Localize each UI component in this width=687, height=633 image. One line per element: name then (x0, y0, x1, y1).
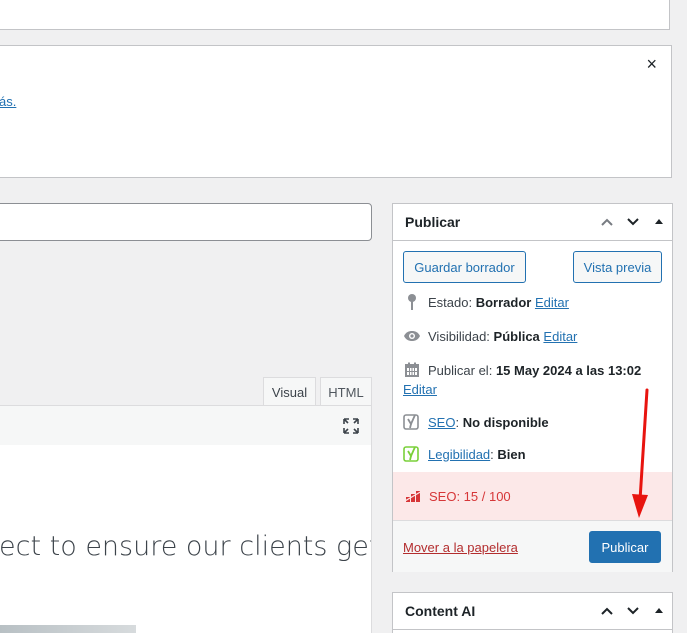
seo-link[interactable]: SEO (428, 415, 455, 430)
seo-score-text: SEO: 15 / 100 (429, 488, 511, 504)
rank-math-icon (405, 490, 423, 502)
pin-icon (403, 293, 421, 311)
publish-on-value: 15 May 2024 a las 13:02 (495, 362, 642, 378)
status-label: Estado: (428, 294, 473, 310)
publish-footer: Mover a la papelera Publicar (393, 520, 672, 572)
edit-status-link[interactable]: Editar (535, 295, 569, 310)
preview-button[interactable]: Vista previa (573, 251, 662, 283)
chevron-up-icon[interactable] (594, 204, 620, 240)
seo-value: No disponible (462, 414, 549, 430)
status-value: Borrador (475, 294, 532, 310)
tab-visual[interactable]: Visual (263, 377, 316, 406)
publish-on-label: Publicar el: (428, 362, 493, 378)
legibility-value: Bien (497, 446, 526, 462)
content-ai-title: Content AI (405, 603, 476, 619)
visibility-label: Visibilidad: (428, 328, 490, 344)
publish-date-row: Publicar el: 15 May 2024 a las 13:02 (403, 361, 641, 379)
visibility-value: Pública (493, 328, 540, 344)
post-title-input[interactable] (0, 203, 372, 241)
editor-content[interactable]: ect to ensure our clients get (0, 445, 372, 633)
editor-text: ect to ensure our clients get (0, 531, 372, 562)
yoast-icon (403, 413, 421, 431)
content-ai-box: Content AI (392, 592, 673, 633)
seo-score-row[interactable]: SEO: 15 / 100 (393, 472, 672, 520)
fullscreen-icon[interactable] (343, 418, 359, 434)
collapse-toggle-icon[interactable] (646, 593, 672, 629)
chevron-down-icon[interactable] (620, 204, 646, 240)
editor-image (0, 625, 136, 633)
chevron-up-icon[interactable] (594, 593, 620, 629)
content-ai-header: Content AI (393, 593, 672, 630)
seo-row: SEO: No disponible (403, 413, 549, 431)
status-row: Estado: Borrador Editar (403, 293, 569, 311)
yoast-icon (403, 445, 421, 463)
save-draft-button[interactable]: Guardar borrador (403, 251, 526, 283)
publish-button[interactable]: Publicar (589, 531, 661, 563)
dismiss-icon[interactable]: × (646, 54, 657, 74)
visibility-row: Visibilidad: Pública Editar (403, 327, 577, 345)
publish-box-header: Publicar (393, 204, 672, 241)
publish-box: Publicar Guardar borrador Vista previa E… (392, 203, 673, 572)
edit-visibility-link[interactable]: Editar (543, 329, 577, 344)
edit-date-link[interactable]: Editar (403, 382, 437, 397)
admin-notice: ás. × (0, 45, 672, 178)
tab-html[interactable]: HTML (320, 377, 372, 406)
calendar-icon (403, 361, 421, 379)
publish-box-title: Publicar (405, 214, 461, 230)
notice-top (0, 0, 670, 30)
legibility-row: Legibilidad: Bien (403, 445, 526, 463)
notice-link[interactable]: ás. (0, 94, 16, 109)
chevron-down-icon[interactable] (620, 593, 646, 629)
move-to-trash-link[interactable]: Mover a la papelera (403, 540, 518, 555)
eye-icon (403, 327, 421, 345)
editor-toolbar (0, 405, 372, 446)
collapse-toggle-icon[interactable] (646, 204, 672, 240)
legibility-link[interactable]: Legibilidad (428, 447, 490, 462)
